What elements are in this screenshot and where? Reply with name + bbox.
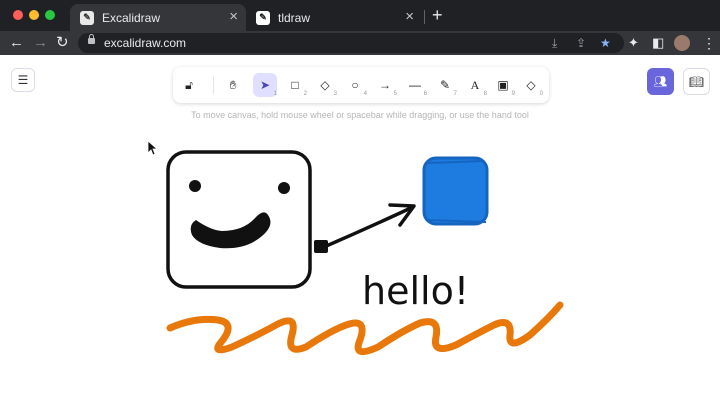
tool-shortcut: 6	[423, 91, 427, 97]
line-icon: —	[409, 78, 421, 92]
tab-tldraw[interactable]: ✎ tldraw ×	[246, 4, 422, 31]
smiley-face-shape[interactable]	[166, 150, 312, 289]
tool-arrow[interactable]: → 5	[373, 73, 397, 97]
tool-rectangle[interactable]: □ 2	[283, 73, 307, 97]
eraser-icon: ◇	[526, 78, 536, 92]
tab-divider	[424, 10, 425, 24]
diamond-icon: ◇	[320, 78, 330, 92]
share-page-icon[interactable]: ⇪	[576, 36, 586, 50]
back-icon[interactable]: ←	[9, 34, 24, 52]
tool-diamond[interactable]: ◇ 3	[313, 73, 337, 97]
arrow-icon: →	[379, 78, 391, 92]
tool-shortcut: 4	[363, 91, 367, 97]
toolbar-divider	[213, 76, 214, 94]
tool-shortcut: 9	[511, 91, 515, 97]
browser-menu-icon[interactable]: ⋮	[702, 35, 716, 51]
tool-shortcut: 2	[303, 91, 307, 97]
pointer-icon: ➤	[259, 78, 271, 92]
forward-icon[interactable]: →	[33, 34, 48, 52]
excalidraw-favicon-icon: ✎	[80, 10, 94, 25]
rectangle-icon: □	[291, 78, 299, 92]
tldraw-favicon-icon: ✎	[256, 10, 270, 25]
close-tab-icon[interactable]: ×	[405, 9, 414, 25]
tool-shortcut: 3	[333, 91, 337, 97]
arrow-shape[interactable]	[314, 203, 416, 253]
hamburger-icon: ☰	[17, 73, 29, 87]
tool-ellipse[interactable]: ○ 4	[343, 73, 367, 97]
tool-shortcut: 7	[453, 91, 457, 97]
tool-lock[interactable]: 🔓︎	[177, 73, 201, 97]
tab-excalidraw[interactable]: ✎ Excalidraw ×	[70, 4, 246, 31]
extensions-icon[interactable]: ✦	[628, 35, 639, 51]
main-menu-button[interactable]: ☰	[11, 68, 35, 92]
lock-icon: 🔓︎	[185, 77, 193, 92]
tool-selection[interactable]: ➤ 1	[253, 73, 277, 97]
tab-title: tldraw	[278, 10, 311, 25]
book-icon: 📖︎	[688, 74, 705, 89]
share-button[interactable]: 👥︎	[647, 68, 674, 95]
window-minimize-button[interactable]	[29, 10, 39, 20]
canvas-hint-text: To move canvas, hold mouse wheel or spac…	[191, 110, 529, 120]
shapes-toolbar: 🔓︎ ✋︎ ➤ 1 □ 2 ◇ 3 ○ 4 → 5 —6 ✎ 7 A8 ▣ 9 ◇ 0	[173, 67, 549, 103]
drawing-canvas[interactable]: hello!	[0, 55, 720, 406]
url-text: excalidraw.com	[104, 36, 187, 50]
pencil-icon: ✎	[439, 78, 451, 92]
image-icon: ▣	[497, 78, 509, 92]
tool-hand[interactable]: ✋︎	[221, 73, 245, 97]
tool-line[interactable]: —6	[403, 73, 427, 97]
profile-avatar[interactable]	[674, 35, 690, 51]
tool-shortcut: 0	[539, 91, 543, 97]
install-icon[interactable]: ⤓	[552, 36, 557, 50]
close-tab-icon[interactable]: ×	[229, 9, 238, 25]
ellipse-icon: ○	[351, 78, 359, 92]
browser-toolbar: ← → ↻ excalidraw.com ⤓ ⇪ ★ ✦ ◧ ⋮	[0, 31, 720, 55]
window-maximize-button[interactable]	[45, 10, 55, 20]
users-icon: 👥︎	[653, 76, 668, 88]
text-icon: A	[470, 77, 480, 92]
tool-eraser[interactable]: ◇ 0	[519, 73, 543, 97]
excalidraw-page: hello! ☰ 🔓︎ ✋︎ ➤ 1 □ 2 ◇ 3 ○ 4 → 5 —6 ✎ 7 A8 ▣…	[0, 55, 720, 406]
address-bar[interactable]: excalidraw.com ⤓ ⇪ ★	[78, 33, 624, 53]
tool-shortcut: 8	[483, 91, 487, 97]
browser-titlebar: ✎ Excalidraw × ✎ tldraw × +	[0, 0, 720, 31]
tab-title: Excalidraw	[102, 10, 161, 25]
lock-icon	[88, 34, 95, 44]
side-panel-icon[interactable]: ◧	[652, 35, 664, 51]
tool-image[interactable]: ▣ 9	[491, 73, 515, 97]
mouse-cursor-icon	[147, 140, 159, 156]
canvas-text-hello[interactable]: hello!	[362, 269, 469, 313]
tool-shortcut: 1	[273, 91, 277, 97]
hand-icon: ✋︎	[229, 77, 237, 92]
tool-shortcut: 5	[393, 91, 397, 97]
reload-icon[interactable]: ↻	[56, 34, 69, 52]
tool-draw[interactable]: ✎ 7	[433, 73, 457, 97]
blue-rectangle-shape[interactable]	[422, 156, 489, 226]
bookmark-star-icon[interactable]: ★	[600, 36, 611, 50]
window-close-button[interactable]	[13, 10, 23, 20]
tool-text[interactable]: A8	[463, 73, 487, 98]
library-button[interactable]: 📖︎	[683, 68, 710, 95]
new-tab-icon[interactable]: +	[432, 6, 443, 24]
